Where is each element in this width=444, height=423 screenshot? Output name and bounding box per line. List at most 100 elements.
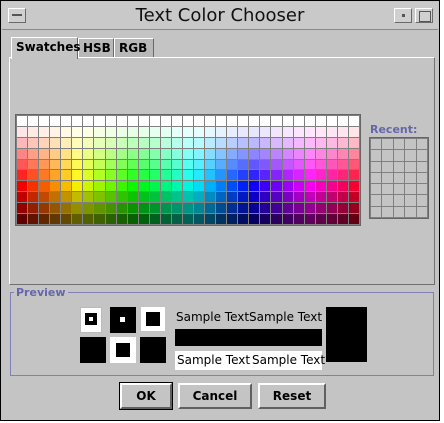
swatch-cell[interactable] xyxy=(83,148,94,159)
swatch-cell[interactable] xyxy=(105,192,116,203)
swatch-cell[interactable] xyxy=(205,116,216,126)
recent-swatch-cell[interactable] xyxy=(371,150,382,161)
swatch-cell[interactable] xyxy=(138,170,149,181)
recent-swatch-cell[interactable] xyxy=(371,206,382,217)
swatch-cell[interactable] xyxy=(50,214,61,224)
swatch-cell[interactable] xyxy=(160,181,171,192)
swatch-cell[interactable] xyxy=(17,181,28,192)
swatch-cell[interactable] xyxy=(50,116,61,126)
swatch-cell[interactable] xyxy=(216,116,227,126)
swatch-cell[interactable] xyxy=(227,214,238,224)
swatch-cell[interactable] xyxy=(271,170,282,181)
swatch-cell[interactable] xyxy=(227,116,238,126)
swatch-cell[interactable] xyxy=(216,181,227,192)
swatch-cell[interactable] xyxy=(194,214,205,224)
swatch-cell[interactable] xyxy=(194,170,205,181)
swatch-cell[interactable] xyxy=(315,181,326,192)
swatch-cell[interactable] xyxy=(105,181,116,192)
swatch-cell[interactable] xyxy=(116,116,127,126)
swatch-cell[interactable] xyxy=(216,203,227,214)
recent-swatch-cell[interactable] xyxy=(382,195,393,206)
swatch-cell[interactable] xyxy=(105,116,116,126)
recent-swatch-cell[interactable] xyxy=(393,139,405,150)
swatch-cell[interactable] xyxy=(94,126,105,137)
swatch-cell[interactable] xyxy=(315,170,326,181)
swatch-cell[interactable] xyxy=(39,214,50,224)
recent-swatch-cell[interactable] xyxy=(393,172,405,184)
swatch-cell[interactable] xyxy=(326,170,337,181)
swatch-cell[interactable] xyxy=(260,170,271,181)
swatch-cell[interactable] xyxy=(249,148,260,159)
swatch-cell[interactable] xyxy=(116,214,127,224)
swatch-cell[interactable] xyxy=(127,126,138,137)
swatch-cell[interactable] xyxy=(94,214,105,224)
swatch-cell[interactable] xyxy=(160,192,171,203)
swatch-cell[interactable] xyxy=(127,137,138,148)
swatch-cell[interactable] xyxy=(50,137,61,148)
swatch-cell[interactable] xyxy=(293,203,304,214)
swatch-cell[interactable] xyxy=(216,148,227,159)
swatch-cell[interactable] xyxy=(72,159,83,170)
swatch-grid[interactable] xyxy=(15,114,361,226)
swatch-cell[interactable] xyxy=(149,181,160,192)
swatch-cell[interactable] xyxy=(94,116,105,126)
swatch-cell[interactable] xyxy=(315,126,326,137)
swatch-cell[interactable] xyxy=(260,126,271,137)
swatch-cell[interactable] xyxy=(194,192,205,203)
swatch-cell[interactable] xyxy=(138,181,149,192)
swatch-cell[interactable] xyxy=(293,126,304,137)
swatch-cell[interactable] xyxy=(315,159,326,170)
swatch-cell[interactable] xyxy=(61,148,72,159)
swatch-cell[interactable] xyxy=(160,159,171,170)
swatch-cell[interactable] xyxy=(83,181,94,192)
swatch-cell[interactable] xyxy=(337,214,348,224)
swatch-cell[interactable] xyxy=(205,192,216,203)
swatch-cell[interactable] xyxy=(260,159,271,170)
recent-swatch-cell[interactable] xyxy=(382,206,393,217)
swatch-cell[interactable] xyxy=(282,170,293,181)
swatch-cell[interactable] xyxy=(116,181,127,192)
swatch-cell[interactable] xyxy=(293,137,304,148)
swatch-cell[interactable] xyxy=(315,214,326,224)
swatch-cell[interactable] xyxy=(61,126,72,137)
maximize-icon[interactable] xyxy=(415,8,433,23)
swatch-cell[interactable] xyxy=(61,203,72,214)
swatch-cell[interactable] xyxy=(304,148,315,159)
swatch-cell[interactable] xyxy=(171,126,182,137)
swatch-cell[interactable] xyxy=(315,192,326,203)
swatch-cell[interactable] xyxy=(39,126,50,137)
swatch-cell[interactable] xyxy=(260,214,271,224)
swatch-cell[interactable] xyxy=(271,137,282,148)
swatch-cell[interactable] xyxy=(304,116,315,126)
swatch-cell[interactable] xyxy=(293,192,304,203)
cancel-button[interactable]: Cancel xyxy=(178,383,252,409)
swatch-cell[interactable] xyxy=(271,203,282,214)
swatch-cell[interactable] xyxy=(227,159,238,170)
swatch-cell[interactable] xyxy=(160,148,171,159)
swatch-cell[interactable] xyxy=(83,170,94,181)
swatch-cell[interactable] xyxy=(182,181,194,192)
recent-swatch-cell[interactable] xyxy=(416,139,427,150)
swatch-cell[interactable] xyxy=(160,137,171,148)
recent-swatch-cell[interactable] xyxy=(371,184,382,195)
swatch-cell[interactable] xyxy=(271,214,282,224)
swatch-cell[interactable] xyxy=(28,137,39,148)
swatch-cell[interactable] xyxy=(293,181,304,192)
recent-swatch-cell[interactable] xyxy=(416,206,427,217)
swatch-cell[interactable] xyxy=(293,116,304,126)
recent-swatch-cell[interactable] xyxy=(416,150,427,161)
swatch-cell[interactable] xyxy=(216,170,227,181)
swatch-cell[interactable] xyxy=(127,116,138,126)
recent-swatch-cell[interactable] xyxy=(371,161,382,172)
swatch-cell[interactable] xyxy=(171,137,182,148)
swatch-cell[interactable] xyxy=(83,214,94,224)
swatch-cell[interactable] xyxy=(149,126,160,137)
swatch-cell[interactable] xyxy=(216,192,227,203)
swatch-cell[interactable] xyxy=(61,192,72,203)
swatch-cell[interactable] xyxy=(348,116,359,126)
minimize-icon[interactable] xyxy=(394,8,412,23)
swatch-cell[interactable] xyxy=(337,203,348,214)
swatch-cell[interactable] xyxy=(17,116,28,126)
swatch-cell[interactable] xyxy=(39,137,50,148)
swatch-cell[interactable] xyxy=(149,214,160,224)
